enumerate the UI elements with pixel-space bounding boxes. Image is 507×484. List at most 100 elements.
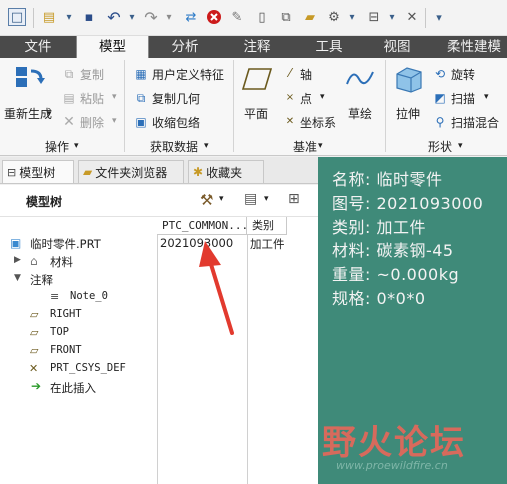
undo-icon[interactable]: ↶ [105,8,123,27]
display-icon[interactable]: ⊟ [365,8,383,26]
chevron-down-icon[interactable]: ▾ [318,141,323,151]
tab-favorites[interactable]: ✱ 收藏夹 [188,160,264,183]
chevron-down-icon[interactable]: ▾ [112,92,117,102]
tree-node-type: 加工件 [250,237,285,251]
regenerate-icon[interactable]: ⇄ [182,8,200,26]
tree-row-csys[interactable]: ✕ PRT_CSYS_DEF [0,361,318,379]
chevron-down-icon[interactable]: ▾ [74,141,79,151]
window-switch-icon[interactable]: ⧉ [277,8,295,26]
more-icon[interactable]: ▾ [430,8,448,26]
sweep-button[interactable]: 扫描 [451,90,475,107]
tree-row-note[interactable]: ≡ Note_0 [0,289,318,307]
watermark-logo: 野火论坛 [322,423,466,463]
tab-favorites-label: 收藏夹 [206,165,243,180]
extrude-button[interactable]: 拉伸 [396,105,420,122]
tree-row-right-plane[interactable]: ▱ RIGHT [0,307,318,325]
chevron-down-icon[interactable]: ▾ [160,8,178,26]
tree-row-top-plane[interactable]: ▱ TOP [0,325,318,343]
redo-icon[interactable]: ↷ [142,8,160,27]
swept-blend-icon: ⚲ [435,115,445,129]
shrinkwrap-icon: ▣ [135,115,147,129]
tree-row-material[interactable]: ▶ ⌂ 材料 [0,253,318,271]
csys-button[interactable]: 坐标系 [300,114,336,131]
axis-button[interactable]: 轴 [300,66,312,83]
chevron-down-icon[interactable]: ▾ [343,8,361,26]
material-icon: ⌂ [30,254,38,268]
chevron-down-icon[interactable]: ▾ [264,194,269,204]
ribbon-panel: 重新生成 ▾ ⧉ 复制 ▤ 粘贴 ▾ ✕ 删除 ▾ 操作 ▾ ▦ 用户定义特征 … [0,58,507,156]
udf-button[interactable]: 用户定义特征 [152,66,224,83]
swept-blend-button[interactable]: 扫描混合 [451,114,499,131]
tab-file[interactable]: 文件 [0,36,76,58]
tab-folder-browser-label: 文件夹浏览器 [95,165,168,180]
sketch-button[interactable]: 草绘 [348,105,372,122]
tab-view[interactable]: 视图 [365,36,429,58]
paste-icon: ▤ [63,91,75,105]
shrinkwrap-button[interactable]: 收缩包络 [152,114,200,131]
tab-tools[interactable]: 工具 [293,36,365,58]
sketch-icon[interactable] [344,64,376,94]
folder-icon: ▰ [83,165,93,179]
delete-button[interactable]: 删除 [80,114,104,131]
revolve-icon: ⟲ [434,67,446,81]
stop-icon[interactable]: ✎ [228,8,246,26]
paste-button[interactable]: 粘贴 [80,90,104,107]
tab-analysis[interactable]: 分析 [149,36,221,58]
chevron-down-icon[interactable]: ▾ [112,116,117,126]
toolbar-separator [33,8,34,28]
save-icon[interactable]: ▪ [80,8,98,26]
chevron-down-icon[interactable]: ▾ [47,109,52,119]
plane-button[interactable]: 平面 [244,105,268,122]
csys-icon: ✕ [29,362,39,375]
column-header-param[interactable]: PTC_COMMON... [157,217,248,235]
favorites-icon: ✱ [193,165,204,179]
copy-geometry-button[interactable]: 复制几何 [152,90,200,107]
chevron-down-icon[interactable]: ▾ [383,8,401,26]
close-window-icon[interactable] [205,8,223,26]
chevron-down-icon[interactable]: ▾ [60,8,78,26]
tree-filter-icon[interactable]: ⊞ [288,191,300,207]
info-material: 材料: 碳素钢-45 [332,241,454,260]
file-icon[interactable]: ▯ [253,8,271,26]
settings-icon[interactable]: ⚙ [325,8,343,26]
copy-button[interactable]: 复制 [80,66,104,83]
chevron-down-icon[interactable]: ▾ [458,141,463,151]
list-settings-icon[interactable]: ▤ [244,191,257,207]
tree-row-annotations[interactable]: ▼ 注释 [0,271,318,289]
regenerate-button[interactable]: 重新生成 [4,105,52,122]
regenerate-icon[interactable] [12,62,48,92]
chevron-down-icon[interactable]: ▾ [484,92,489,102]
expand-icon[interactable]: ▶ [14,255,21,265]
window-icon[interactable]: □ [8,8,26,26]
revolve-button[interactable]: 旋转 [451,66,475,83]
tab-flexible-modeling[interactable]: 柔性建模 [429,36,507,58]
csys-icon: ✕ [285,115,295,127]
tree-row-part[interactable]: ▣ 临时零件.PRT 2021093000 加工件 [0,235,318,253]
tree-row-insert-here[interactable]: ➔ 在此插入 [0,379,318,397]
chevron-down-icon[interactable]: ▾ [320,92,325,102]
tree-node-label: 材料 [50,255,73,269]
open-icon[interactable]: ▰ [301,8,319,26]
close-icon[interactable]: ✕ [403,8,421,26]
tab-model[interactable]: 模型 [76,36,149,58]
copy-icon: ⧉ [64,66,74,81]
info-spec: 规格: 0*0*0 [332,289,426,308]
chevron-down-icon[interactable]: ▾ [204,141,209,151]
extrude-icon[interactable] [392,63,424,95]
column-header-type[interactable]: 类别 [247,217,287,235]
point-button[interactable]: 点 [300,90,312,107]
toolbar-separator [425,8,426,28]
tree-row-front-plane[interactable]: ▱ FRONT [0,343,318,361]
tools-icon[interactable]: ⚒ [200,191,213,209]
point-icon: × [285,91,295,103]
collapse-icon[interactable]: ▼ [14,273,21,283]
chevron-down-icon[interactable]: ▾ [123,8,141,26]
navigator-tab-bar: ⊟ 模型树 ▰ 文件夹浏览器 ✱ 收藏夹 [0,157,318,184]
plane-icon[interactable] [240,64,274,94]
new-icon[interactable]: ▤ [40,8,58,26]
group-label-datum: 基准 [293,140,318,154]
tab-annotate[interactable]: 注释 [221,36,293,58]
tab-model-tree[interactable]: ⊟ 模型树 [2,160,74,183]
chevron-down-icon[interactable]: ▾ [219,194,224,204]
tab-folder-browser[interactable]: ▰ 文件夹浏览器 [78,160,184,183]
